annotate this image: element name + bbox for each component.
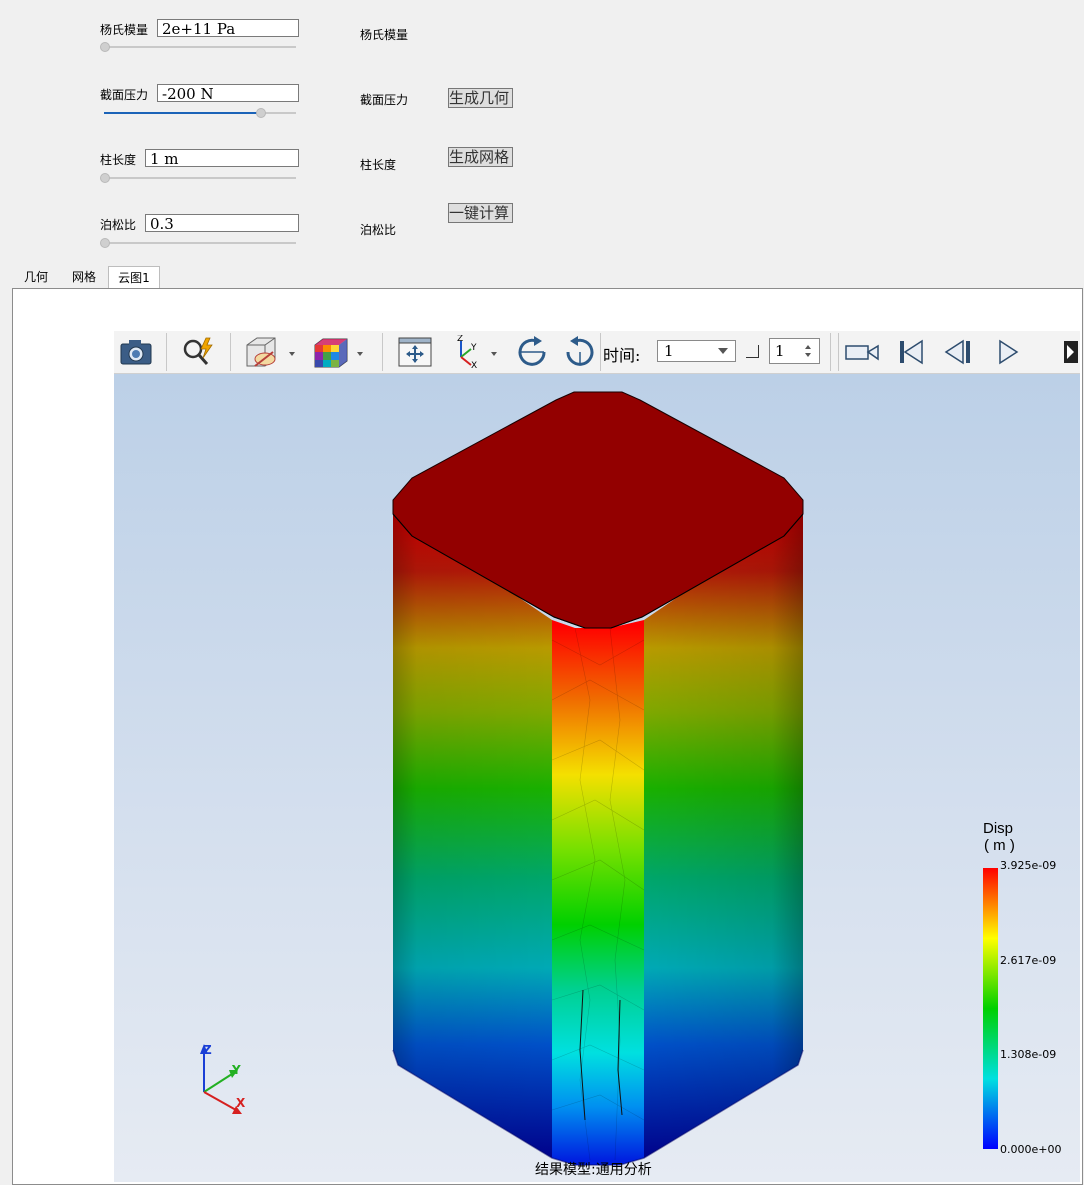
- fit-view-icon[interactable]: [394, 331, 436, 373]
- step-spinbox[interactable]: 1: [769, 338, 820, 364]
- youngs-modulus-side-label: 杨氏模量: [360, 28, 409, 42]
- column-length-label: 柱长度: [100, 153, 137, 167]
- axis-triad: Z Y X: [200, 1043, 246, 1114]
- rotate-ccw-icon[interactable]: [560, 331, 600, 373]
- column-length-input[interactable]: 1 m: [145, 149, 299, 167]
- column-contour-plot: Z Y X: [200, 391, 998, 1166]
- legend-tick-min: 0.000e+00: [1000, 1143, 1062, 1156]
- time-select-value: 1: [664, 342, 674, 360]
- column-front-edge: [552, 620, 644, 1165]
- column-length-slider[interactable]: [100, 173, 296, 183]
- legend-title: Disp: [983, 820, 1014, 837]
- poisson-ratio-input[interactable]: 0.3: [145, 214, 299, 232]
- section-pressure-input[interactable]: -200 N: [157, 84, 299, 102]
- legend-tick-3: 1.308e-09: [1000, 1048, 1057, 1061]
- legend-unit: ( m ): [984, 837, 1015, 854]
- chevron-down-icon: [718, 348, 728, 354]
- viewer-toolbar: Z Y X 时间: 1 1: [114, 331, 1080, 374]
- probe-icon[interactable]: [176, 331, 220, 373]
- triad-y-label: Y: [231, 1063, 241, 1077]
- step-spinbox-value: 1: [775, 342, 785, 360]
- camera-icon[interactable]: [116, 331, 156, 373]
- tab-contour-1[interactable]: 云图1: [108, 266, 160, 288]
- slider-handle[interactable]: [256, 108, 266, 118]
- triad-z-label: Z: [203, 1043, 212, 1057]
- tab-geometry[interactable]: 几何: [16, 266, 56, 288]
- axes-icon[interactable]: Z Y X: [446, 331, 506, 373]
- tab-mesh[interactable]: 网格: [64, 266, 104, 288]
- prev-frame-icon[interactable]: [940, 331, 978, 373]
- spin-arrows-icon[interactable]: [803, 343, 813, 359]
- section-pressure-label: 截面压力: [100, 88, 149, 102]
- slider-handle[interactable]: [100, 238, 110, 248]
- time-label: 时间:: [603, 346, 641, 365]
- first-frame-icon[interactable]: [892, 331, 930, 373]
- svg-text:Z: Z: [457, 335, 463, 344]
- slider-handle[interactable]: [100, 173, 110, 183]
- youngs-modulus-input[interactable]: 2e+11 Pa: [157, 19, 299, 37]
- section-pressure-side-label: 截面压力: [360, 93, 409, 107]
- time-select[interactable]: 1: [657, 340, 736, 362]
- color-map-icon[interactable]: [310, 331, 370, 373]
- one-click-compute-button[interactable]: 一键计算: [448, 203, 513, 223]
- legend-tick-2: 2.617e-09: [1000, 954, 1057, 967]
- 3d-viewport[interactable]: Z Y X Disp ( m ) 3.925e-09 2.617e-09 1.3…: [114, 374, 1080, 1182]
- youngs-modulus-label: 杨氏模量: [100, 23, 149, 37]
- legend-color-bar: [983, 868, 998, 1149]
- poisson-ratio-side-label: 泊松比: [360, 223, 397, 237]
- section-pressure-slider[interactable]: [104, 108, 296, 118]
- generate-mesh-button[interactable]: 生成网格: [448, 147, 513, 167]
- youngs-modulus-slider[interactable]: [100, 42, 296, 52]
- triad-x-label: X: [236, 1096, 246, 1110]
- more-icon[interactable]: [1062, 331, 1080, 373]
- rotate-cw-icon[interactable]: [512, 331, 552, 373]
- model-caption: 结果模型:通用分析: [535, 1162, 652, 1178]
- poisson-ratio-slider[interactable]: [100, 238, 296, 248]
- poisson-ratio-label: 泊松比: [100, 218, 137, 232]
- svg-text:Y: Y: [470, 343, 477, 353]
- svg-text:X: X: [471, 361, 477, 369]
- visibility-icon[interactable]: [240, 331, 300, 373]
- generate-geometry-button[interactable]: 生成几何: [448, 88, 513, 108]
- slider-fill: [104, 112, 261, 114]
- legend-tick-max: 3.925e-09: [1000, 859, 1057, 872]
- record-icon[interactable]: [842, 331, 882, 373]
- column-length-side-label: 柱长度: [360, 158, 397, 172]
- checkbox-icon[interactable]: [746, 345, 759, 358]
- slider-handle[interactable]: [100, 42, 110, 52]
- play-icon[interactable]: [990, 331, 1026, 373]
